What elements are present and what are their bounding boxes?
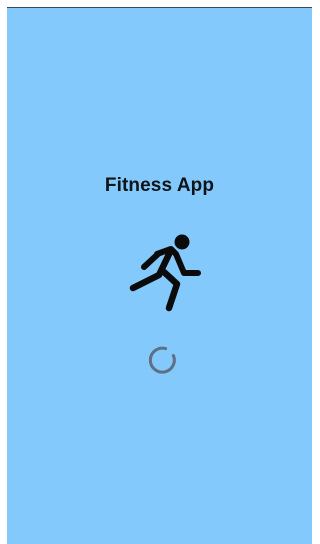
running-person-icon [129, 234, 201, 312]
splash-screen: Fitness App [7, 7, 312, 544]
app-title: Fitness App [104, 175, 215, 196]
loading-spinner-icon [148, 346, 176, 374]
